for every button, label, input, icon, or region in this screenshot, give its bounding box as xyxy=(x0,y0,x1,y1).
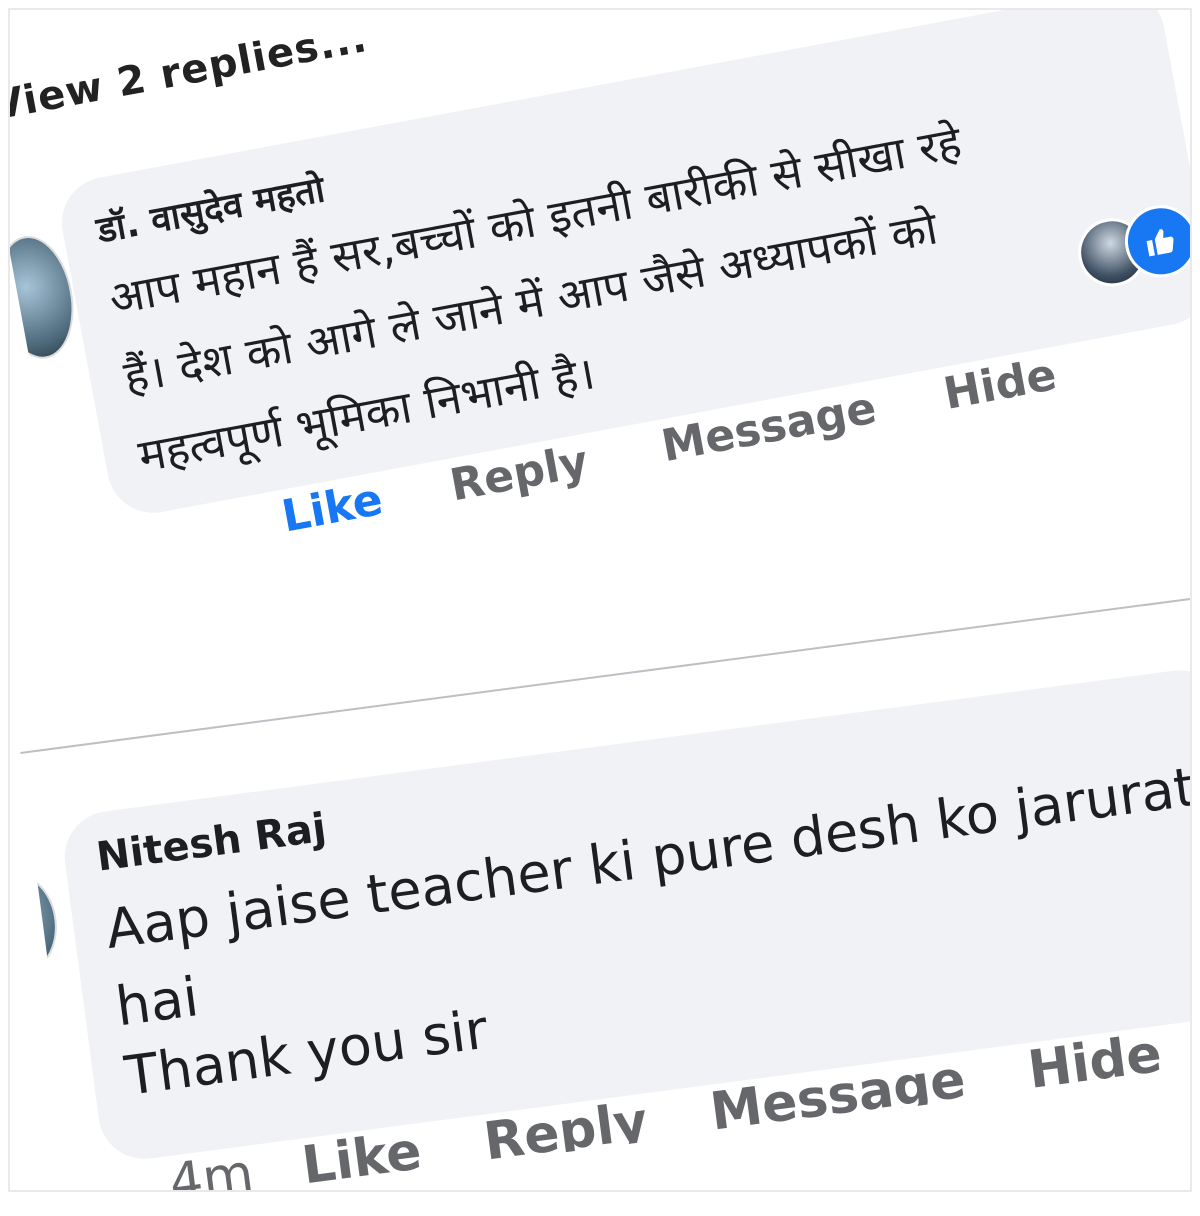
comment-timestamp: 4m xyxy=(166,1143,257,1214)
view-replies-link[interactable]: View 2 replies... xyxy=(0,15,371,130)
avatar[interactable] xyxy=(20,867,64,982)
comment-1: View 2 replies... डॉ. वासुदेव महतो आप मह… xyxy=(0,0,1200,614)
comment-text-line: hai xyxy=(112,965,203,1039)
comment-2: Nitesh Raj Aap jaise teacher ki pure des… xyxy=(20,593,1200,1216)
